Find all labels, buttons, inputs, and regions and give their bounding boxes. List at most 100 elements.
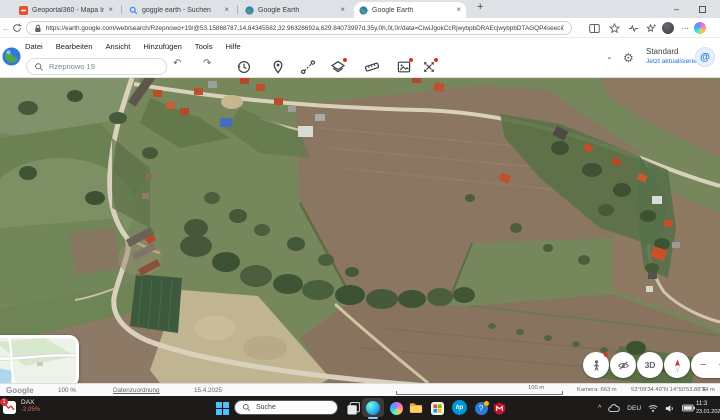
redo-icon[interactable]: ↷ xyxy=(203,58,211,69)
tray-chevron-icon[interactable]: ^ xyxy=(598,405,601,412)
microsoft-app-button[interactable] xyxy=(430,401,444,415)
taskbar-search-box[interactable]: Suche xyxy=(234,400,338,415)
browser-essentials-icon[interactable] xyxy=(627,22,639,34)
overview-minimap[interactable] xyxy=(0,335,79,383)
notification-dot xyxy=(604,353,608,357)
windows-logo-icon xyxy=(216,402,229,415)
hp-app-button[interactable]: hp xyxy=(452,400,467,415)
tab-title: Geoportal360 - Mapa Interaktywn xyxy=(32,7,104,14)
tab-title: Google Earth xyxy=(258,7,336,14)
browser-address-bar: ← https://earth.google.com/web/search/Rz… xyxy=(0,18,720,38)
measure-icon[interactable] xyxy=(364,59,380,75)
new-tab-button[interactable]: + xyxy=(477,1,483,13)
wifi-icon[interactable] xyxy=(648,404,658,413)
imagery-date: 15.4.2025 xyxy=(194,387,222,394)
windows-taskbar: 1 DAX -2,05% Suche hp ? xyxy=(0,396,720,420)
favorites-star-icon[interactable] xyxy=(608,22,620,34)
speaker-icon[interactable] xyxy=(665,404,675,413)
window-minimize-button[interactable]: – xyxy=(674,4,679,14)
update-now-link[interactable]: Jetzt aktualisieren xyxy=(646,58,699,65)
settings-gear-icon[interactable]: ⚙ xyxy=(623,51,634,65)
widgets-button[interactable]: 1 DAX -2,05% xyxy=(3,399,40,415)
account-avatar[interactable]: @ xyxy=(695,47,715,67)
3d-view-button[interactable]: 3D xyxy=(637,352,663,378)
tab-google-earth-1[interactable]: Google Earth × xyxy=(240,2,350,18)
browser-tab-strip: Geoportal360 - Mapa Interaktywn × goggle… xyxy=(0,0,720,18)
menu-hinzufuegen[interactable]: Hinzufügen xyxy=(143,42,181,51)
pegman-icon xyxy=(590,359,603,372)
search-icon xyxy=(242,403,251,412)
mcafee-shield-icon xyxy=(493,402,506,415)
tab-divider xyxy=(121,5,122,14)
tab-title: Google Earth xyxy=(372,7,452,14)
edge-browser-icon xyxy=(366,401,380,415)
search-icon xyxy=(34,62,44,72)
file-explorer-button[interactable] xyxy=(409,401,423,415)
notification-dot xyxy=(434,58,438,62)
compass-button[interactable] xyxy=(664,352,690,378)
collections-icon[interactable] xyxy=(645,22,657,34)
mcafee-button[interactable] xyxy=(492,401,506,415)
clock-date: 23.01.202 xyxy=(696,408,720,416)
zoom-percent: 100 % xyxy=(58,387,76,394)
close-icon[interactable]: × xyxy=(456,6,461,14)
task-view-icon xyxy=(347,402,360,415)
eye-off-icon xyxy=(617,359,630,372)
clean-map-toggle-button[interactable] xyxy=(610,352,636,378)
copilot-taskbar-icon[interactable] xyxy=(390,402,403,415)
google-earth-header: Datei Bearbeiten Ansicht Hinzufügen Tool… xyxy=(0,38,720,78)
menu-ansicht[interactable]: Ansicht xyxy=(105,42,130,51)
profile-avatar[interactable] xyxy=(662,22,674,34)
menu-hilfe[interactable]: Hilfe xyxy=(226,42,241,51)
start-button[interactable] xyxy=(215,401,229,415)
tab-geoportal[interactable]: Geoportal360 - Mapa Interaktywn × xyxy=(14,2,118,18)
path-tool-icon[interactable] xyxy=(300,59,316,75)
tab-title: goggle earth - Suchen xyxy=(142,7,220,14)
support-assistant-button[interactable]: ? xyxy=(474,401,488,415)
history-icon[interactable] xyxy=(236,59,252,75)
copilot-icon[interactable] xyxy=(694,22,706,34)
tab-divider xyxy=(237,5,238,14)
photos-icon[interactable] xyxy=(396,59,412,75)
window-maximize-button[interactable] xyxy=(699,6,706,13)
placemark-pin-icon[interactable] xyxy=(270,59,286,75)
earth-search-input[interactable]: Rzepnowo 19 xyxy=(26,58,167,75)
camera-altitude: Kamera: 663 m xyxy=(577,387,617,393)
layers-icon[interactable] xyxy=(330,59,346,75)
support-assistant-icon: ? xyxy=(475,402,488,415)
system-tray: ^ DEU xyxy=(598,396,695,420)
zoom-out-button[interactable]: − xyxy=(700,359,706,371)
close-icon[interactable]: × xyxy=(340,6,345,14)
menu-datei[interactable]: Datei xyxy=(25,42,43,51)
close-icon[interactable]: × xyxy=(108,6,113,14)
desktop-screen: Geoportal360 - Mapa Interaktywn × goggle… xyxy=(0,0,720,420)
lock-icon xyxy=(34,24,42,33)
notification-dot xyxy=(409,58,413,62)
close-icon[interactable]: × xyxy=(224,6,229,14)
more-menu-icon[interactable]: ⋯ xyxy=(679,22,691,34)
url-field[interactable]: https://earth.google.com/web/search/Rzep… xyxy=(26,21,572,35)
menu-bearbeiten[interactable]: Bearbeiten xyxy=(56,42,93,51)
3d-navigation-icon[interactable] xyxy=(421,59,437,75)
taskbar-search-placeholder: Suche xyxy=(256,404,276,411)
tab-search[interactable]: goggle earth - Suchen × xyxy=(124,2,234,18)
data-attribution-link[interactable]: Datenzuordnung xyxy=(113,387,160,394)
satellite-map-viewport[interactable]: 3D − + xyxy=(0,78,720,383)
earth-status-bar: Google 100 % Datenzuordnung 15.4.2025 10… xyxy=(0,383,720,396)
onedrive-cloud-icon[interactable] xyxy=(608,404,620,413)
split-screen-icon[interactable] xyxy=(588,22,600,34)
crop-field xyxy=(130,274,182,333)
battery-icon[interactable] xyxy=(682,404,695,412)
task-view-button[interactable] xyxy=(346,401,360,415)
url-text: https://earth.google.com/web/search/Rzep… xyxy=(46,25,564,32)
menu-tools[interactable]: Tools xyxy=(195,42,213,51)
collapse-chevron-icon[interactable]: ⌃ xyxy=(606,56,613,65)
pegman-street-view-button[interactable] xyxy=(583,352,609,378)
taskbar-clock[interactable]: 11:3 23.01.202 xyxy=(696,400,720,416)
keyboard-language[interactable]: DEU xyxy=(627,405,641,412)
refresh-icon[interactable] xyxy=(11,22,23,34)
notification-dot xyxy=(343,58,347,62)
undo-icon[interactable]: ↶ xyxy=(173,58,181,69)
search-value: Rzepnowo 19 xyxy=(49,62,95,71)
tab-google-earth-active[interactable]: Google Earth × xyxy=(354,2,466,18)
